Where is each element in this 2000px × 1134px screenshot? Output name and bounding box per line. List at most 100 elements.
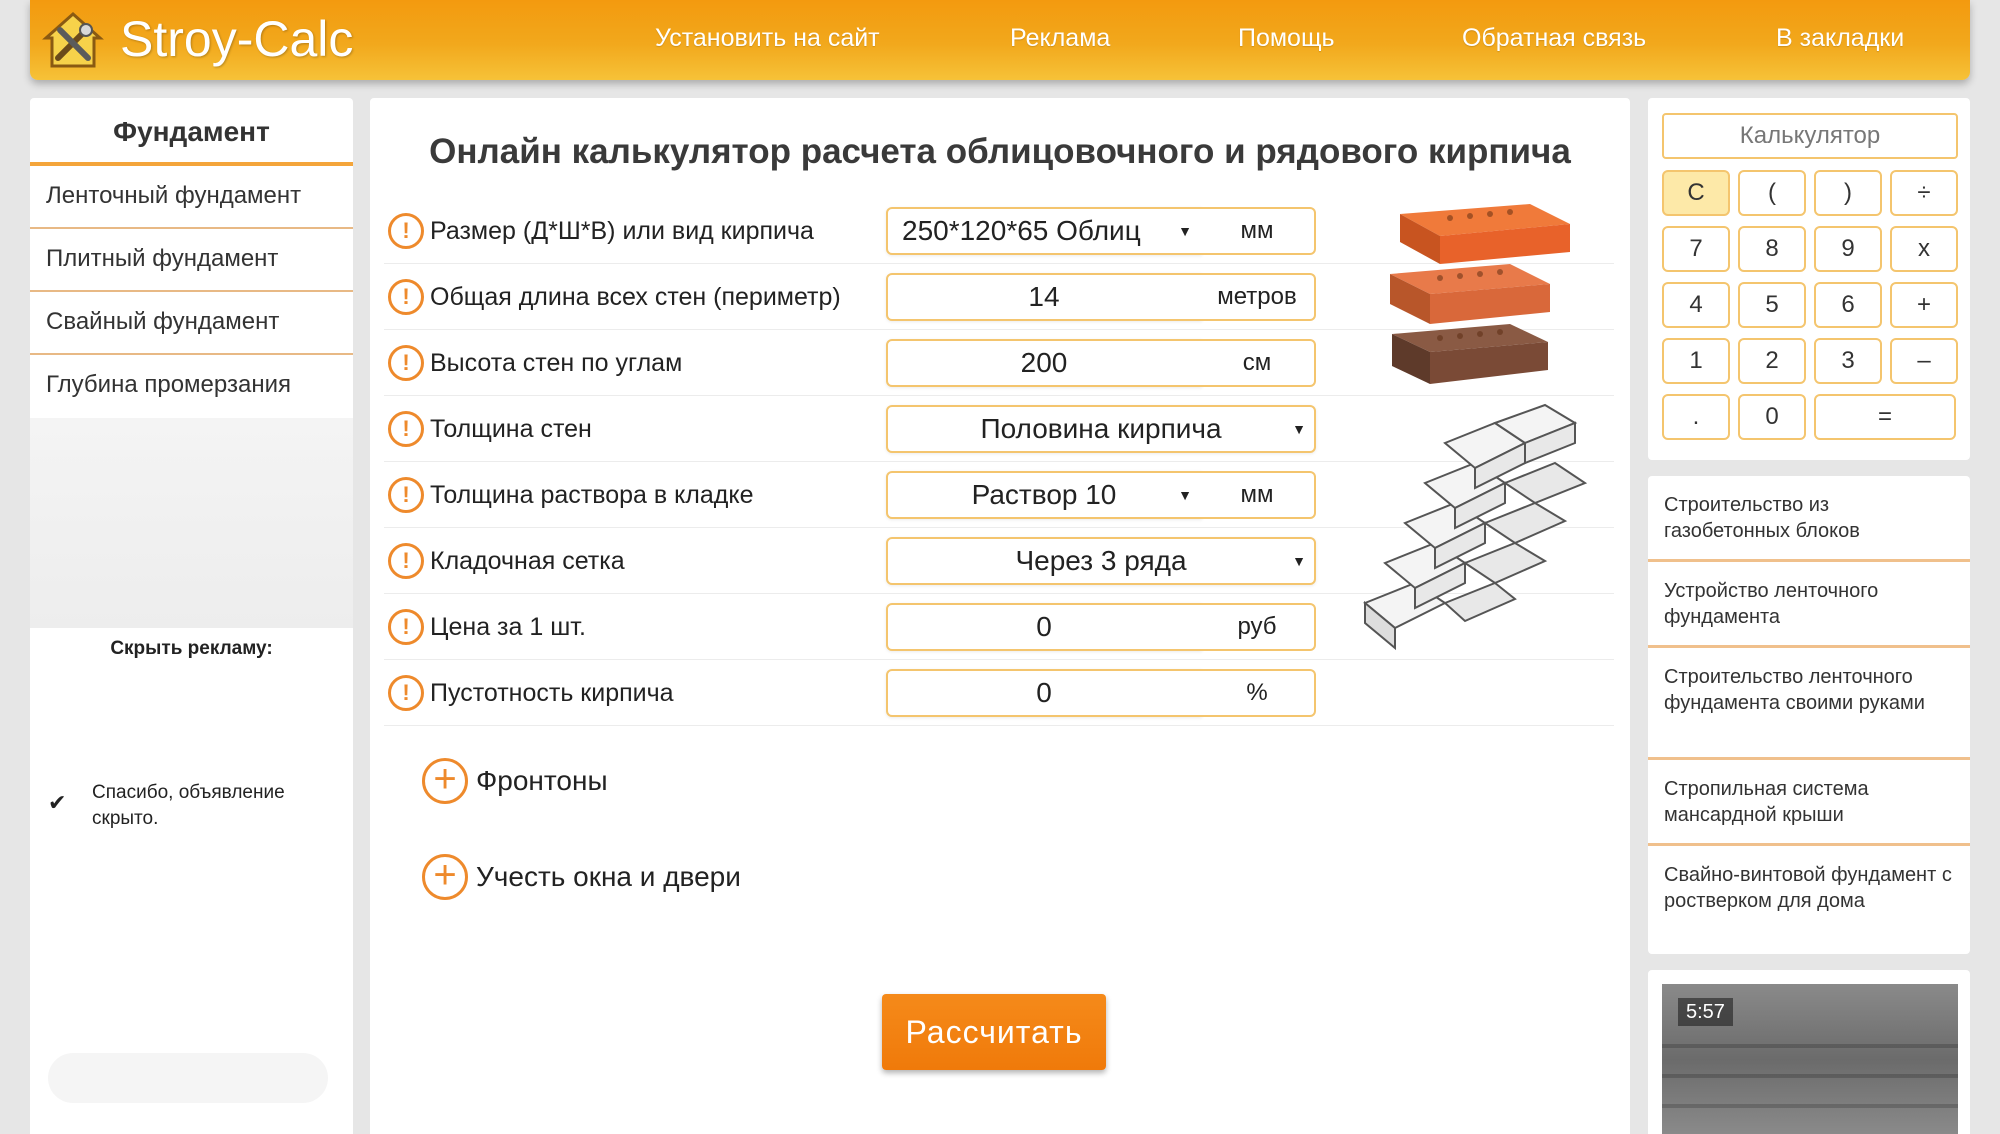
calc-key-equals[interactable]: =: [1814, 394, 1956, 440]
wall-thickness-select[interactable]: Половина кирпича ▼: [886, 405, 1316, 453]
field-value: 200: [1020, 347, 1068, 378]
sidebar-item-pile[interactable]: Свайный фундамент: [30, 292, 353, 355]
sidebar-item-frost-depth[interactable]: Глубина промерзания: [30, 355, 353, 418]
dropdown-arrow-icon: ▼: [1178, 223, 1192, 239]
calc-key-dot[interactable]: .: [1662, 394, 1730, 440]
calc-key-8[interactable]: 8: [1738, 226, 1806, 272]
calc-key-4[interactable]: 4: [1662, 282, 1730, 328]
related-link[interactable]: Строительство ленточного фундамента свои…: [1648, 648, 1970, 760]
unit-label: мм: [1200, 471, 1316, 519]
mortar-select[interactable]: Раствор 10 ▼: [886, 471, 1202, 519]
mesh-select[interactable]: Через 3 ряда ▼: [886, 537, 1316, 585]
calc-key-divide[interactable]: ÷: [1890, 170, 1958, 216]
unit-label: мм: [1200, 207, 1316, 255]
calc-key-3[interactable]: 3: [1814, 338, 1882, 384]
left-sidebar: Фундамент Ленточный фундамент Плитный фу…: [30, 98, 353, 1134]
nav-help[interactable]: Помощь: [1238, 24, 1335, 53]
nav-bookmark[interactable]: В закладки: [1776, 24, 1904, 53]
related-link[interactable]: Строительство из газобетонных блоков: [1648, 476, 1970, 562]
related-link[interactable]: Стропильная система мансардной крыши: [1648, 760, 1970, 846]
calculate-button[interactable]: Рассчитать: [882, 994, 1106, 1070]
calc-key-0[interactable]: 0: [1738, 394, 1806, 440]
info-icon[interactable]: !: [388, 675, 424, 711]
check-icon: ✔: [48, 790, 67, 815]
calc-key-close-paren[interactable]: ): [1814, 170, 1882, 216]
info-icon[interactable]: !: [388, 411, 424, 447]
sidebar-item-strip[interactable]: Ленточный фундамент: [30, 166, 353, 229]
dropdown-arrow-icon: ▼: [1292, 421, 1306, 437]
calc-key-plus[interactable]: +: [1890, 282, 1958, 328]
brick-size-select[interactable]: 250*120*65 Облиц ▼: [886, 207, 1202, 255]
field-value: Через 3 ряда: [1015, 545, 1187, 576]
calc-key-6[interactable]: 6: [1814, 282, 1882, 328]
video-widget: 5:57: [1648, 970, 1970, 1134]
nav-install[interactable]: Установить на сайт: [655, 24, 880, 53]
unit-label: %: [1200, 669, 1316, 717]
ad-hidden-text: Спасибо, объявление скрыто.: [92, 782, 285, 829]
dropdown-arrow-icon: ▼: [1292, 553, 1306, 569]
unit-label: метров: [1200, 273, 1316, 321]
page-title: Онлайн калькулятор расчета облицовочного…: [429, 132, 1571, 171]
calc-key-5[interactable]: 5: [1738, 282, 1806, 328]
row-label: Толщина раствора в кладке: [430, 481, 754, 509]
info-icon[interactable]: !: [388, 213, 424, 249]
sidebar-title: Фундамент: [30, 98, 353, 166]
brick-wall-image: [1363, 403, 1588, 651]
sidebar-item-slab[interactable]: Плитный фундамент: [30, 229, 353, 292]
dropdown-arrow-icon: ▼: [1178, 487, 1192, 503]
field-value: 14: [1028, 281, 1060, 312]
expand-gables[interactable]: + Фронтоны: [422, 758, 608, 804]
expand-label: Учесть окна и двери: [476, 861, 741, 892]
hidden-ad-area: [30, 418, 353, 628]
site-header: Stroy-Calc Установить на сайт Реклама По…: [30, 0, 1970, 80]
plus-icon: +: [422, 854, 468, 900]
related-links: Строительство из газобетонных блоков Уст…: [1648, 476, 1970, 954]
field-value: 250*120*65 Облиц: [902, 215, 1141, 246]
unit-label: см: [1200, 339, 1316, 387]
top-nav: Установить на сайт Реклама Помощь Обратн…: [30, 24, 1970, 56]
row-label: Высота стен по углам: [430, 349, 683, 377]
info-icon[interactable]: !: [388, 477, 424, 513]
price-input[interactable]: 0: [886, 603, 1202, 651]
row-label: Пустотность кирпича: [430, 679, 674, 707]
main-calculator: Онлайн калькулятор расчета облицовочного…: [370, 98, 1630, 1134]
ad-hidden-message: ✔ Спасибо, объявление скрыто.: [48, 780, 348, 832]
hidden-ad-button: [48, 1053, 328, 1103]
related-link[interactable]: Устройство ленточного фундамента: [1648, 562, 1970, 648]
calc-key-9[interactable]: 9: [1814, 226, 1882, 272]
expand-windows-doors[interactable]: + Учесть окна и двери: [422, 854, 741, 900]
bricks-image: [1390, 204, 1570, 384]
perimeter-input[interactable]: 14: [886, 273, 1202, 321]
related-link[interactable]: Свайно-винтовой фундамент с ростверком д…: [1648, 846, 1970, 954]
field-value: 0: [1036, 611, 1052, 642]
calc-key-clear[interactable]: C: [1662, 170, 1730, 216]
calc-key-minus[interactable]: –: [1890, 338, 1958, 384]
info-icon[interactable]: !: [388, 279, 424, 315]
row-label: Кладочная сетка: [430, 547, 625, 575]
calc-key-open-paren[interactable]: (: [1738, 170, 1806, 216]
calculator-display[interactable]: Калькулятор: [1662, 113, 1958, 159]
row-label: Цена за 1 шт.: [430, 613, 586, 641]
hide-ads-label: Скрыть рекламу:: [110, 638, 273, 659]
nav-ads[interactable]: Реклама: [1010, 24, 1110, 53]
row-label: Размер (Д*Ш*В) или вид кирпича: [430, 217, 814, 245]
mini-calculator: Калькулятор C ( ) ÷ 7 8 9 x 4 5 6 + 1 2 …: [1648, 98, 1970, 460]
calc-key-7[interactable]: 7: [1662, 226, 1730, 272]
video-duration: 5:57: [1678, 998, 1733, 1026]
row-label: Толщина стен: [430, 415, 592, 443]
wall-height-input[interactable]: 200: [886, 339, 1202, 387]
field-value: Половина кирпича: [980, 413, 1222, 444]
field-value: 0: [1036, 677, 1052, 708]
row-voidness: ! Пустотность кирпича 0 %: [384, 660, 1614, 726]
info-icon[interactable]: !: [388, 345, 424, 381]
info-icon[interactable]: !: [388, 609, 424, 645]
field-value: Раствор 10: [971, 479, 1117, 510]
calc-key-2[interactable]: 2: [1738, 338, 1806, 384]
video-thumbnail[interactable]: 5:57: [1662, 984, 1958, 1134]
plus-icon: +: [422, 758, 468, 804]
nav-feedback[interactable]: Обратная связь: [1462, 24, 1646, 53]
voidness-input[interactable]: 0: [886, 669, 1202, 717]
calc-key-1[interactable]: 1: [1662, 338, 1730, 384]
info-icon[interactable]: !: [388, 543, 424, 579]
calc-key-multiply[interactable]: x: [1890, 226, 1958, 272]
